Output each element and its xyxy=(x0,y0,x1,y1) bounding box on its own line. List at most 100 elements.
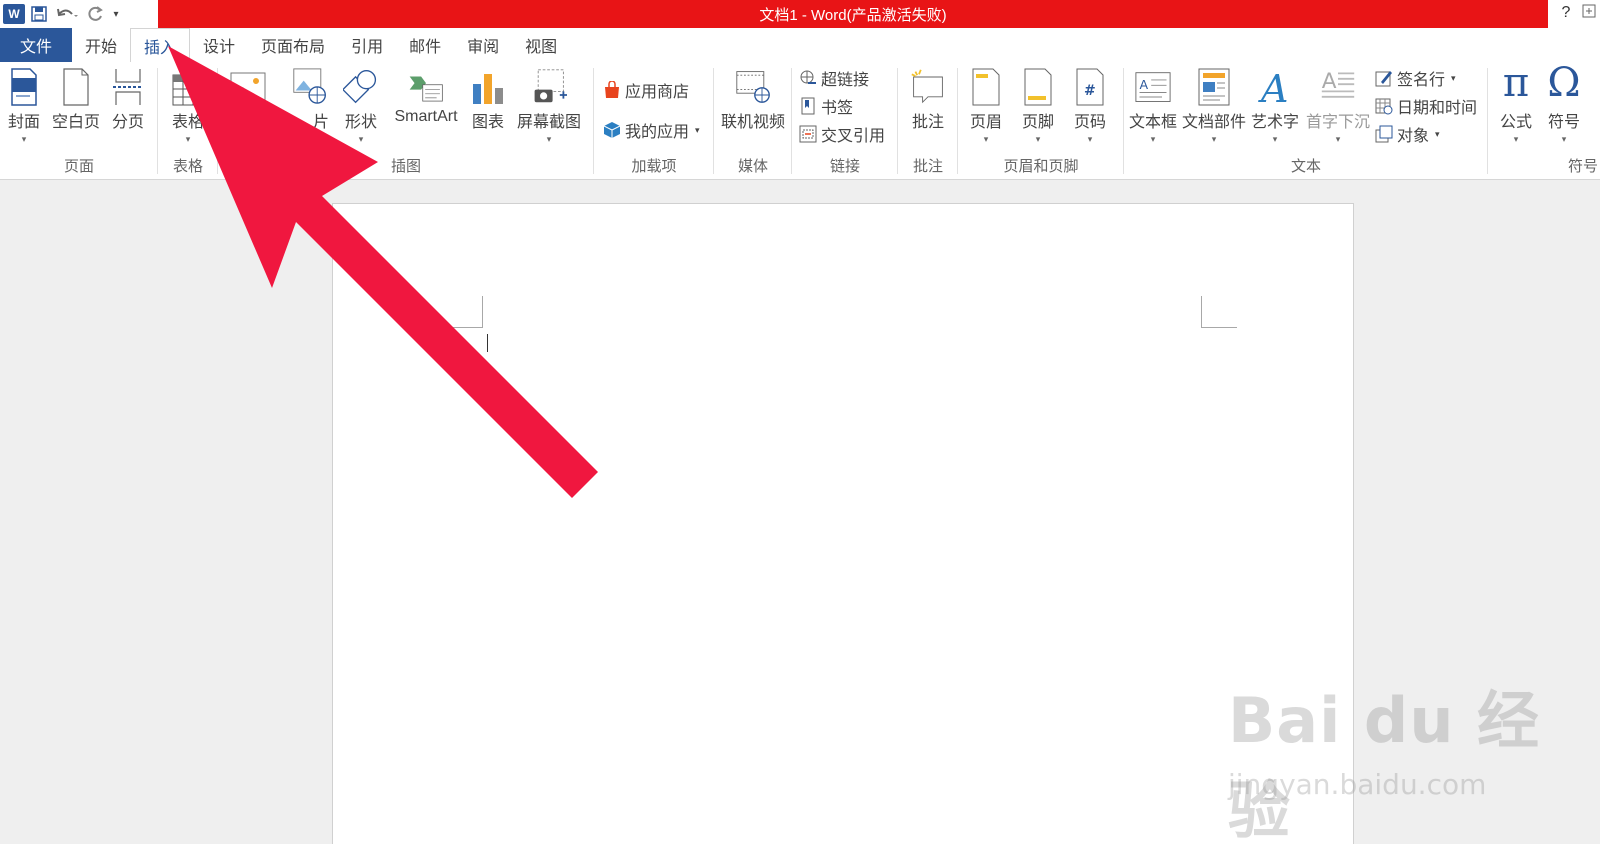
ribbon-display-options-icon[interactable] xyxy=(1582,4,1600,24)
tab-mailings[interactable]: 邮件 xyxy=(396,28,454,62)
word-icon[interactable]: W xyxy=(3,4,25,24)
dropdown-caret-icon: ▾ xyxy=(21,134,27,144)
dropdown-caret-icon: ▾ xyxy=(983,134,989,144)
chart-button[interactable]: 图表 xyxy=(468,66,508,132)
ribbon-tabs: 文件 开始 插入 设计 页面布局 引用 邮件 审阅 视图 xyxy=(0,28,1600,62)
save-icon[interactable] xyxy=(25,1,53,27)
bookmark-label: 书签 xyxy=(821,100,854,117)
document-page[interactable] xyxy=(332,203,1354,844)
online-video-button[interactable]: 联机视频 xyxy=(718,66,788,132)
group-links: 超链接 书签 交叉引用 链接 xyxy=(792,62,898,180)
cover-page-icon xyxy=(6,66,42,106)
margin-corner-top-left xyxy=(447,296,483,328)
quick-parts-button[interactable]: 文档部件 ▾ xyxy=(1182,66,1246,145)
dropdown-caret-icon: ▾ xyxy=(1451,72,1456,83)
smartart-label: SmartArt xyxy=(394,108,458,125)
dropdown-caret-icon: ▾ xyxy=(1561,134,1567,144)
blank-page-button[interactable]: 空白页 xyxy=(50,66,102,132)
date-time-button[interactable]: 日期和时间 xyxy=(1374,94,1477,118)
margin-corner-top-right xyxy=(1201,296,1237,328)
signature-line-button[interactable]: 签名行 ▾ xyxy=(1374,66,1456,90)
tab-review[interactable]: 审阅 xyxy=(454,28,512,62)
hyperlink-label: 超链接 xyxy=(821,72,870,89)
redo-icon[interactable] xyxy=(81,1,109,27)
page-number-button[interactable]: # 页码 ▾ xyxy=(1068,66,1112,145)
group-pages: 封面 ▾ 空白页 分页 页面 xyxy=(0,62,158,180)
dropdown-caret-icon: ▾ xyxy=(1035,134,1041,144)
my-apps-button[interactable]: 我的应用 ▾ xyxy=(602,118,700,142)
blank-page-icon xyxy=(58,66,94,106)
online-picture-icon xyxy=(292,66,328,106)
tab-design[interactable]: 设计 xyxy=(190,28,248,62)
tab-layout[interactable]: 页面布局 xyxy=(248,28,338,62)
online-picture-label: 片 xyxy=(312,114,329,131)
footer-icon xyxy=(1020,66,1056,106)
group-comments-label: 批注 xyxy=(912,158,943,175)
group-comments: 批注 批注 xyxy=(898,62,958,180)
calendar-icon xyxy=(1374,96,1394,116)
object-button[interactable]: 对象 ▾ xyxy=(1374,122,1440,146)
drop-cap-button[interactable]: A 首字下沉 ▾ xyxy=(1304,66,1372,145)
office-store-button[interactable]: 应用商店 xyxy=(602,78,689,102)
table-icon xyxy=(170,66,206,106)
cross-reference-icon xyxy=(798,124,818,144)
group-media: 联机视频 媒体 xyxy=(714,62,792,180)
online-picture-button[interactable]: 片 xyxy=(284,66,336,132)
quick-parts-label: 文档部件 xyxy=(1182,114,1247,131)
drop-cap-icon: A xyxy=(1320,66,1356,106)
table-label: 表格 xyxy=(171,114,204,131)
tab-references[interactable]: 引用 xyxy=(338,28,396,62)
tab-view[interactable]: 视图 xyxy=(512,28,570,62)
tab-file[interactable]: 文件 xyxy=(0,28,72,62)
comment-icon xyxy=(910,66,946,106)
header-label: 页眉 xyxy=(969,114,1002,131)
customize-qat-icon[interactable]: ▾ xyxy=(109,1,123,27)
window-title: 文档1 - Word(产品激活失败) xyxy=(158,0,1548,28)
dropdown-caret-icon: ▾ xyxy=(1150,134,1156,144)
group-symbols-label: 符号 xyxy=(1567,158,1598,175)
smartart-button[interactable]: SmartArt xyxy=(390,66,462,126)
hyperlink-button[interactable]: 超链接 xyxy=(798,66,869,90)
tab-home[interactable]: 开始 xyxy=(72,28,130,62)
page-number-label: 页码 xyxy=(1073,114,1106,131)
table-button[interactable]: 表格 ▾ xyxy=(166,66,210,145)
picture-button[interactable] xyxy=(226,66,270,108)
help-button[interactable]: ? xyxy=(1556,4,1576,24)
cover-page-button[interactable]: 封面 ▾ xyxy=(4,66,44,145)
group-text: A 文本框 ▾ 文档部件 ▾ A 艺术字 ▾ A 首字下沉 ▾ 签名行 ▾ 日期… xyxy=(1124,62,1488,180)
equation-button[interactable]: π 公式 ▾ xyxy=(1494,60,1538,145)
symbol-label: 符号 xyxy=(1547,114,1580,131)
footer-button[interactable]: 页脚 ▾ xyxy=(1016,66,1060,145)
page-break-label: 分页 xyxy=(111,114,144,131)
group-header-footer-label: 页眉和页脚 xyxy=(1003,158,1079,175)
page-number-icon: # xyxy=(1072,66,1108,106)
wordart-icon: A xyxy=(1257,66,1293,106)
undo-icon[interactable] xyxy=(53,1,81,27)
screenshot-icon xyxy=(531,66,567,106)
smartart-icon xyxy=(408,66,444,106)
svg-text:A: A xyxy=(1258,67,1288,106)
wordart-button[interactable]: A 艺术字 ▾ xyxy=(1250,66,1300,145)
wordart-label: 艺术字 xyxy=(1250,114,1299,131)
symbol-button[interactable]: Ω 符号 ▾ xyxy=(1542,60,1586,145)
group-tables-label: 表格 xyxy=(172,158,203,175)
baidu-watermark-url: jingyan.baidu.com xyxy=(1228,768,1487,801)
screenshot-button[interactable]: 屏幕截图 ▾ xyxy=(512,66,586,145)
page-break-icon xyxy=(110,66,146,106)
bookmark-button[interactable]: 书签 xyxy=(798,94,853,118)
office-store-label: 应用商店 xyxy=(625,84,690,101)
new-comment-button[interactable]: 批注 xyxy=(904,66,952,132)
signature-line-label: 签名行 xyxy=(1397,72,1446,89)
cross-reference-button[interactable]: 交叉引用 xyxy=(798,122,885,146)
header-button[interactable]: 页眉 ▾ xyxy=(964,66,1008,145)
page-break-button[interactable]: 分页 xyxy=(108,66,148,132)
blank-page-label: 空白页 xyxy=(51,114,100,131)
my-apps-label: 我的应用 xyxy=(625,124,690,141)
shapes-button[interactable]: 形状 ▾ xyxy=(338,66,384,145)
object-label: 对象 xyxy=(1397,128,1430,145)
shapes-icon xyxy=(343,66,379,106)
group-media-label: 媒体 xyxy=(737,158,768,175)
tab-insert[interactable]: 插入 xyxy=(130,28,191,62)
textbox-button[interactable]: A 文本框 ▾ xyxy=(1128,66,1178,145)
comment-label: 批注 xyxy=(911,114,944,131)
